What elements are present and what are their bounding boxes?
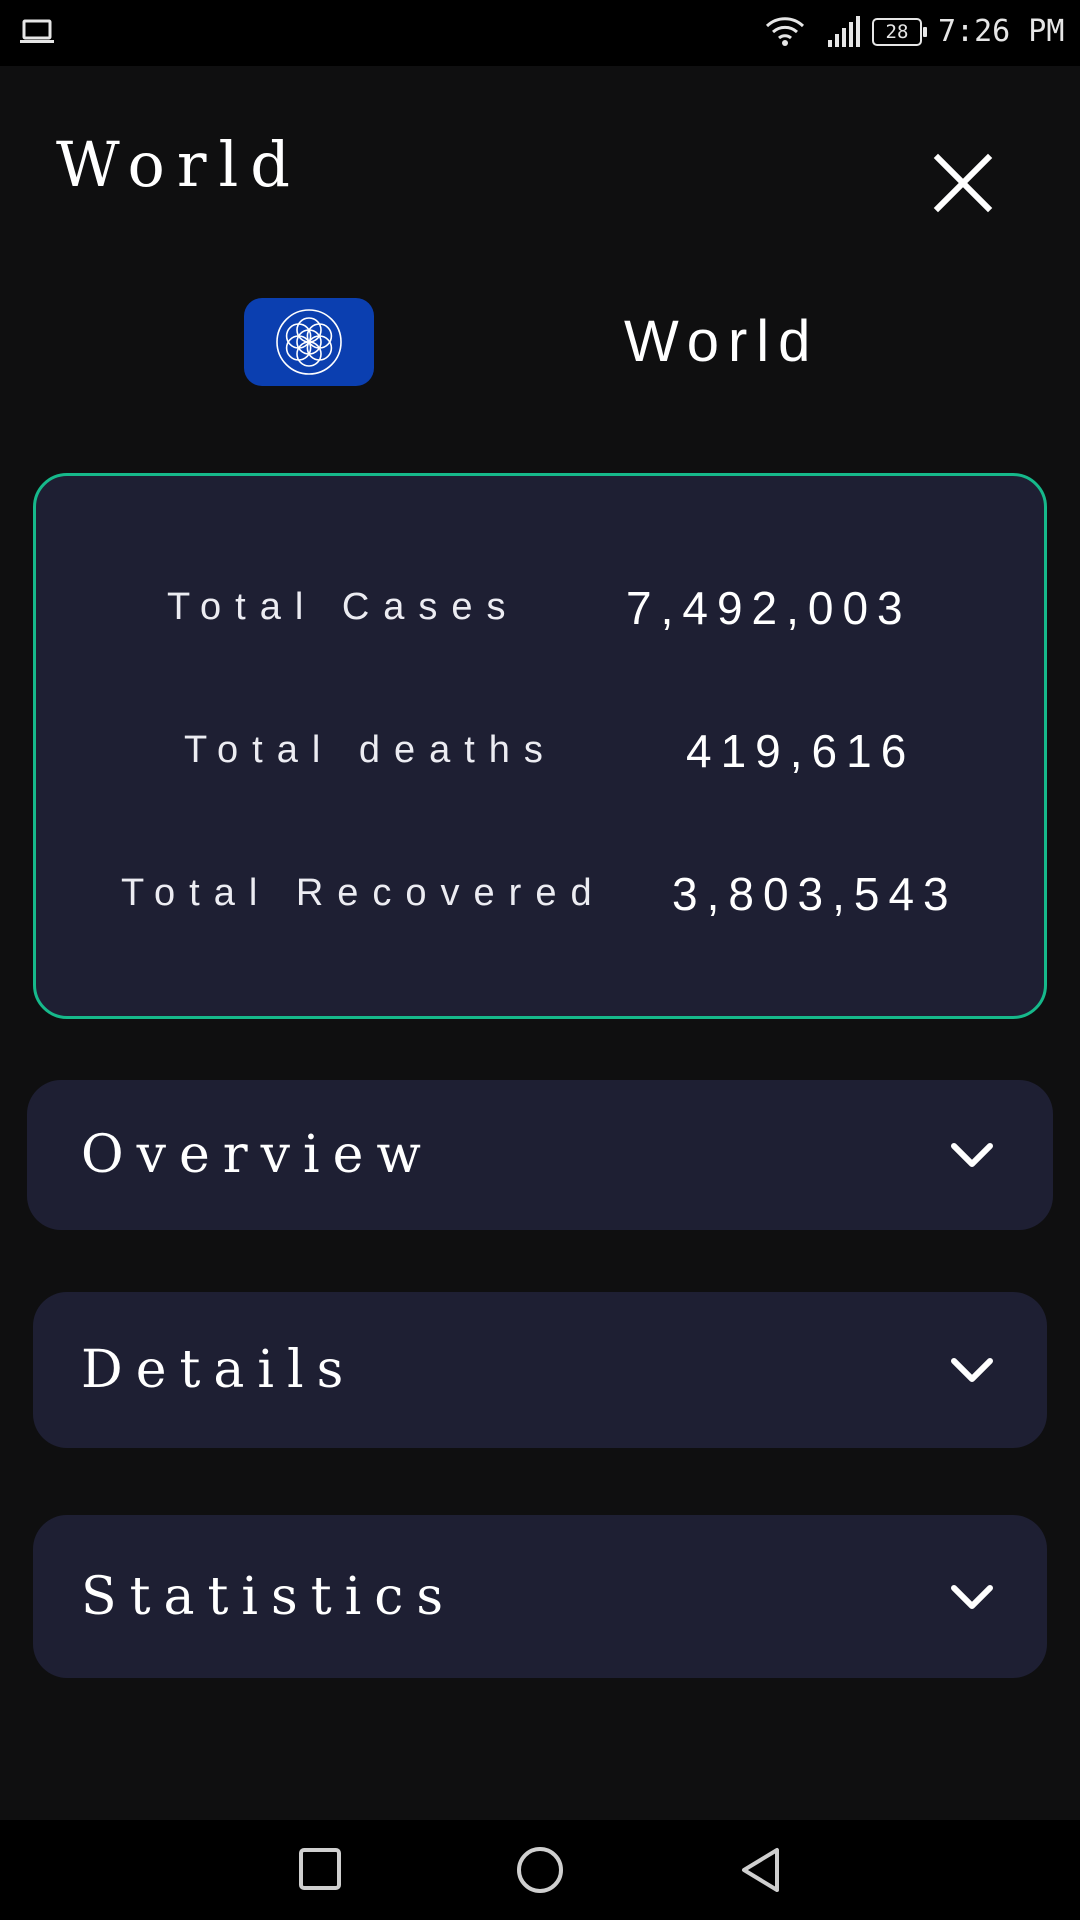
section-details[interactable]: Details	[33, 1292, 1047, 1448]
section-statistics-label: Statistics	[81, 1566, 457, 1627]
status-bar: 28 7:26 PM	[0, 0, 1080, 66]
section-overview-label: Overview	[81, 1125, 434, 1185]
total-cases-label: Total Cases	[167, 586, 520, 628]
chevron-down-icon[interactable]	[949, 1140, 995, 1170]
chevron-down-icon[interactable]	[949, 1582, 995, 1612]
wifi-icon	[765, 17, 805, 46]
clock-time: 7:26 PM	[938, 14, 1065, 49]
total-cases-value: 7,492,003	[626, 582, 912, 634]
flower-of-life-icon	[276, 309, 342, 375]
total-deaths-value: 419,616	[686, 725, 916, 777]
home-circle-icon[interactable]	[516, 1846, 564, 1894]
world-flag-icon	[244, 298, 374, 386]
totals-card: Total Cases 7,492,003 Total deaths 419,6…	[33, 473, 1047, 1019]
total-recovered-value: 3,803,543	[672, 868, 958, 920]
back-triangle-icon[interactable]	[738, 1846, 782, 1894]
recents-square-icon[interactable]	[298, 1846, 342, 1892]
chevron-down-icon[interactable]	[949, 1355, 995, 1385]
section-statistics[interactable]: Statistics	[33, 1515, 1047, 1678]
signal-icon	[828, 16, 860, 47]
section-overview[interactable]: Overview	[27, 1080, 1053, 1230]
navigation-bar	[0, 1820, 1080, 1920]
section-details-label: Details	[81, 1340, 357, 1400]
laptop-icon	[20, 19, 54, 43]
total-recovered-label: Total Recovered	[121, 872, 606, 914]
total-deaths-label: Total deaths	[184, 729, 557, 771]
battery-icon: 28	[872, 18, 927, 46]
page-title: World	[56, 128, 302, 201]
close-icon[interactable]	[930, 150, 996, 216]
country-name: World	[624, 309, 820, 374]
